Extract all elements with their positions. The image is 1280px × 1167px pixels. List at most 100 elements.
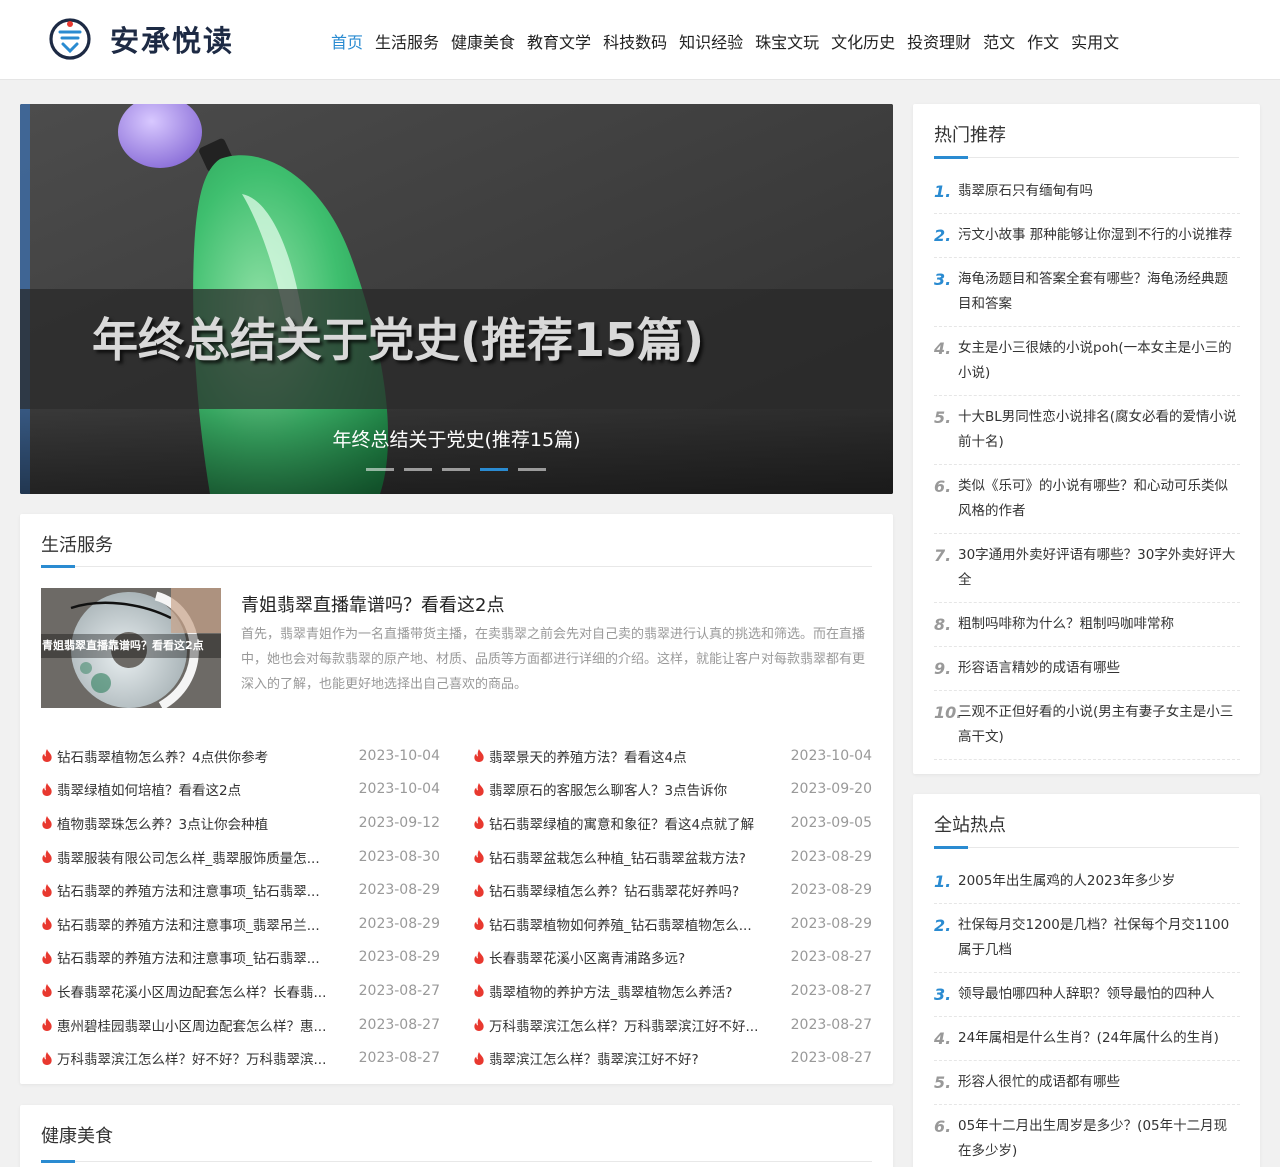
featured-image-label: 青姐翡翠直播靠谱吗？看看这2点 (41, 634, 221, 658)
list-item: 翡翠滨江怎么样？翡翠滨江好不好? 2023-08-27 (473, 1041, 872, 1075)
nav-item[interactable]: 健康美食 (451, 29, 515, 53)
article-link[interactable]: 万科翡翠滨江怎么样？万科翡翠滨江好不好... (489, 1015, 769, 1035)
article-link[interactable]: 钻石翡翠盆栽怎么种植_钻石翡翠盆栽方法? (489, 847, 769, 867)
list-item: 翡翠植物的养护方法_翡翠植物怎么养活? 2023-08-27 (473, 974, 872, 1008)
article-link[interactable]: 翡翠原石的客服怎么聊客人？3点告诉你 (489, 779, 769, 799)
article-link[interactable]: 翡翠滨江怎么样？翡翠滨江好不好? (489, 1048, 769, 1068)
article-link[interactable]: 万科翡翠滨江怎么样？好不好？万科翡翠滨... (57, 1048, 337, 1068)
ranked-link[interactable]: 十大BL男同性恋小说排名(腐女必看的爱情小说前十名) (958, 405, 1240, 455)
fire-icon (474, 917, 484, 931)
article-link[interactable]: 惠州碧桂园翡翠山小区周边配套怎么样？惠... (57, 1015, 337, 1035)
slider-dot[interactable] (442, 468, 470, 471)
article-list-left: 钻石翡翠植物怎么养？4点供你参考 2023-10-04 翡翠绿植如何培植？看看这2点… (41, 739, 440, 1075)
site-logo[interactable]: 安承悦读 (48, 17, 234, 61)
slider-caption[interactable]: 年终总结关于党史(推荐15篇) (20, 425, 893, 452)
ranked-link[interactable]: 类似《乐可》的小说有哪些？和心动可乐类似风格的作者 (958, 474, 1240, 524)
ranked-item: 7. 30字通用外卖好评语有哪些？30字外卖好评大全 (934, 534, 1240, 603)
ranked-item: 6. 类似《乐可》的小说有哪些？和心动可乐类似风格的作者 (934, 465, 1240, 534)
title-accent (934, 156, 968, 159)
article-link[interactable]: 翡翠绿植如何培植？看看这2点 (57, 779, 337, 799)
article-date: 2023-08-27 (790, 1050, 872, 1067)
article-link[interactable]: 钻石翡翠的养殖方法和注意事项_钻石翡翠... (57, 880, 337, 900)
article-date: 2023-08-29 (358, 915, 440, 932)
article-link[interactable]: 钻石翡翠的养殖方法和注意事项_钻石翡翠... (57, 947, 337, 967)
ranked-link[interactable]: 社保每月交1200是几档？社保每个月交1100属于几档 (958, 913, 1240, 963)
nav-item[interactable]: 作文 (1027, 29, 1059, 53)
rank-number: 3. (934, 270, 952, 289)
article-link[interactable]: 植物翡翠珠怎么养？3点让你会种植 (57, 813, 337, 833)
article-date: 2023-08-29 (358, 949, 440, 966)
fire-icon (474, 1018, 484, 1032)
rank-number: 6. (934, 1117, 952, 1136)
ranked-link[interactable]: 海龟汤题目和答案全套有哪些？海龟汤经典题目和答案 (958, 267, 1240, 317)
ranked-link[interactable]: 粗制吗啡称为什么？粗制吗咖啡常称 (958, 612, 1174, 637)
nav-item[interactable]: 范文 (983, 29, 1015, 53)
ranked-item: 10. 三观不正但好看的小说(男主有妻子女主是小三高干文) (934, 691, 1240, 760)
ranked-item: 3. 领导最怕哪四种人辞职？领导最怕的四种人 (934, 973, 1240, 1017)
ranked-link[interactable]: 形容语言精妙的成语有哪些 (958, 656, 1120, 681)
list-item: 钻石翡翠植物怎么养？4点供你参考 2023-10-04 (41, 739, 440, 773)
article-date: 2023-08-27 (790, 949, 872, 966)
article-date: 2023-10-04 (790, 747, 872, 764)
ranked-link[interactable]: 翡翠原石只有缅甸有吗 (958, 179, 1093, 204)
ranked-link[interactable]: 形容人很忙的成语都有哪些 (958, 1070, 1120, 1095)
ranked-link[interactable]: 女主是小三很婊的小说poh(一本女主是小三的小说) (958, 336, 1240, 386)
rank-number: 8. (934, 615, 952, 634)
list-item: 钻石翡翠绿植的寓意和象征？看这4点就了解 2023-09-05 (473, 806, 872, 840)
nav-item[interactable]: 珠宝文玩 (755, 29, 819, 53)
slider-dot[interactable] (366, 468, 394, 471)
rank-number: 7. (934, 546, 952, 565)
nav-item[interactable]: 文化历史 (831, 29, 895, 53)
ranked-link[interactable]: 24年属相是什么生肖？(24年属什么的生肖) (958, 1026, 1219, 1051)
ranked-link[interactable]: 2005年出生属鸡的人2023年多少岁 (958, 869, 1175, 894)
fire-icon (474, 782, 484, 796)
ranked-link[interactable]: 领导最怕哪四种人辞职？领导最怕的四种人 (958, 982, 1215, 1007)
rank-number: 2. (934, 916, 952, 935)
rank-number: 6. (934, 477, 952, 496)
slider-dot[interactable] (480, 468, 508, 471)
slider-dots (366, 468, 556, 471)
article-link[interactable]: 钻石翡翠的养殖方法和注意事项_翡翠吊兰... (57, 914, 337, 934)
ranked-link[interactable]: 三观不正但好看的小说(男主有妻子女主是小三高干文) (958, 700, 1240, 750)
article-link[interactable]: 长春翡翠花溪小区离青浦路多远? (489, 947, 769, 967)
article-date: 2023-08-29 (790, 882, 872, 899)
article-link[interactable]: 钻石翡翠植物怎么养？4点供你参考 (57, 746, 337, 766)
nav-item[interactable]: 投资理财 (907, 29, 971, 53)
nav-item[interactable]: 实用文 (1071, 29, 1119, 53)
article-date: 2023-08-29 (358, 882, 440, 899)
slider-dot[interactable] (404, 468, 432, 471)
rank-number: 1. (934, 872, 952, 891)
slider-dot[interactable] (518, 468, 546, 471)
ranked-link[interactable]: 05年十二月出生周岁是多少？(05年十二月现在多少岁) (958, 1114, 1240, 1164)
featured-title[interactable]: 青姐翡翠直播靠谱吗？看看这2点 (241, 591, 504, 617)
nav-item[interactable]: 知识经验 (679, 29, 743, 53)
ranked-item: 4. 24年属相是什么生肖？(24年属什么的生肖) (934, 1017, 1240, 1061)
nav-item[interactable]: 教育文学 (527, 29, 591, 53)
article-link[interactable]: 翡翠景天的养殖方法？看看这4点 (489, 746, 769, 766)
article-link[interactable]: 长春翡翠花溪小区周边配套怎么样？长春翡... (57, 981, 337, 1001)
ranked-item: 5. 形容人很忙的成语都有哪些 (934, 1061, 1240, 1105)
fire-icon (42, 782, 52, 796)
nav-item[interactable]: 首页 (331, 29, 363, 53)
ranked-item: 3. 海龟汤题目和答案全套有哪些？海龟汤经典题目和答案 (934, 258, 1240, 327)
article-link[interactable]: 钻石翡翠绿植怎么养？钻石翡翠花好养吗? (489, 880, 769, 900)
section-title[interactable]: 健康美食 (41, 1122, 113, 1148)
list-item: 钻石翡翠盆栽怎么种植_钻石翡翠盆栽方法? 2023-08-29 (473, 840, 872, 874)
ranked-item: 8. 粗制吗啡称为什么？粗制吗咖啡常称 (934, 603, 1240, 647)
featured-thumbnail[interactable]: 青姐翡翠直播靠谱吗？看看这2点 (41, 588, 221, 708)
article-link[interactable]: 翡翠植物的养护方法_翡翠植物怎么养活? (489, 981, 769, 1001)
article-link[interactable]: 钻石翡翠绿植的寓意和象征？看这4点就了解 (489, 813, 769, 833)
ranked-item: 1. 翡翠原石只有缅甸有吗 (934, 170, 1240, 214)
ranked-link[interactable]: 污文小故事 那种能够让你湿到不行的小说推荐 (958, 223, 1232, 248)
nav-item[interactable]: 生活服务 (375, 29, 439, 53)
divider (934, 157, 1239, 158)
article-date: 2023-09-05 (790, 814, 872, 831)
article-link[interactable]: 钻石翡翠植物如何养殖_钻石翡翠植物怎么... (489, 914, 769, 934)
article-link[interactable]: 翡翠服装有限公司怎么样_翡翠服饰质量怎... (57, 847, 337, 867)
hero-slider[interactable]: 年终总结关于党史(推荐15篇) 年终总结关于党史(推荐15篇) (20, 104, 893, 494)
nav-item[interactable]: 科技数码 (603, 29, 667, 53)
section-title[interactable]: 生活服务 (41, 531, 113, 557)
logo-icon (49, 18, 91, 60)
ranked-link[interactable]: 30字通用外卖好评语有哪些？30字外卖好评大全 (958, 543, 1240, 593)
list-item: 钻石翡翠的养殖方法和注意事项_翡翠吊兰... 2023-08-29 (41, 907, 440, 941)
